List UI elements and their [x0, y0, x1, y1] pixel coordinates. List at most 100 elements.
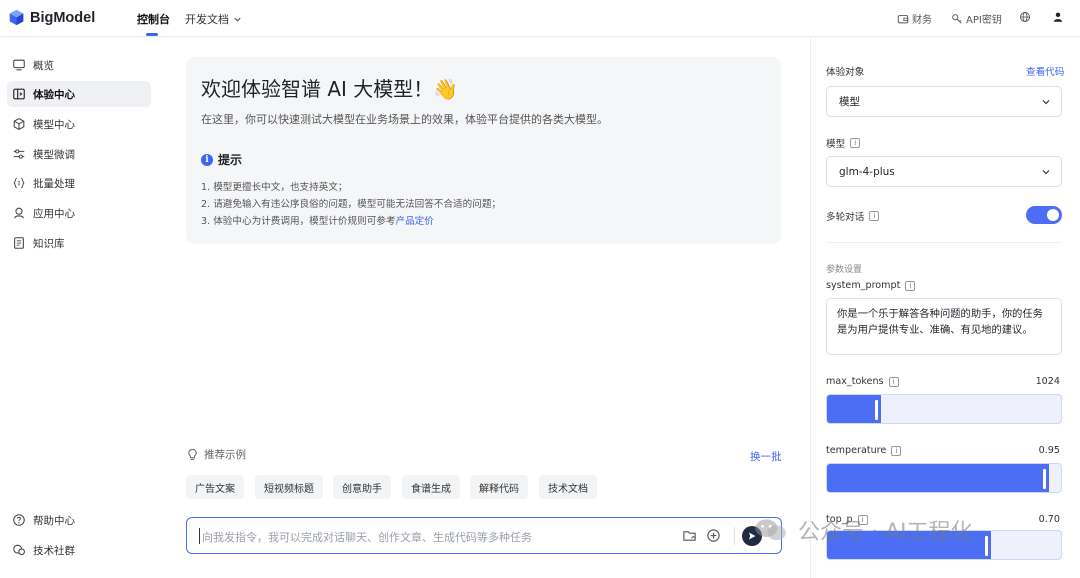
sidebar-item-experience[interactable]: 体验中心 — [7, 81, 151, 107]
example-chip[interactable]: 广告文案 — [186, 475, 244, 499]
wechat-icon — [755, 519, 786, 541]
example-chip[interactable]: 解释代码 — [470, 475, 528, 499]
api-key-link[interactable]: API密钥 — [951, 11, 1002, 26]
wallet-icon — [897, 14, 909, 23]
book-icon — [14, 237, 24, 249]
add-circle-icon[interactable] — [706, 528, 721, 543]
example-chip[interactable]: 创意助手 — [333, 475, 391, 499]
info-icon: i — [201, 153, 213, 166]
braces-icon — [13, 177, 25, 189]
sidebar-item-label: 应用中心 — [33, 207, 75, 220]
multi-turn-label-text: 多轮对话 — [826, 212, 865, 223]
model-label-text: 模型 — [826, 139, 846, 150]
tip-header: i 提示 — [201, 151, 242, 168]
sidebar-item-finetune[interactable]: 模型微调 — [7, 141, 151, 167]
target-select[interactable]: 模型 — [826, 86, 1062, 117]
folder-upload-icon[interactable] — [682, 528, 697, 543]
sidebar-item-help[interactable]: 帮助中心 — [7, 507, 151, 533]
tip-line-3-text: 3. 体验中心为计费调用，模型计价规则可参考 — [201, 216, 396, 227]
sidebar-item-batch[interactable]: 批量处理 — [7, 170, 151, 196]
slider-fill — [827, 395, 881, 423]
text-cursor — [199, 528, 200, 544]
temperature-label-text: temperature — [826, 445, 887, 456]
max-tokens-label: max_tokens i — [826, 376, 899, 387]
info-icon[interactable]: i — [850, 138, 861, 148]
chat-placeholder: 向我发指令，我可以完成对话聊天、创作文章、生成代码等多种任务 — [202, 531, 532, 544]
bigmodel-logo-icon — [9, 9, 24, 26]
sliders-icon — [13, 149, 25, 159]
key-icon — [952, 13, 962, 24]
model-label: 模型 i — [826, 136, 861, 150]
top-bar: BigModel 控制台 开发文档 财务 API密钥 — [0, 0, 1080, 37]
monitor-icon — [13, 59, 25, 71]
help-icon — [13, 514, 25, 526]
temperature-label: temperature i — [826, 445, 902, 456]
nav-tab-docs-label: 开发文档 — [185, 13, 229, 26]
sidebar-item-apps[interactable]: 应用中心 — [7, 200, 151, 226]
finance-label: 财务 — [912, 15, 932, 26]
sidebar-item-community[interactable]: 技术社群 — [7, 537, 151, 563]
chevron-down-icon — [234, 17, 241, 22]
info-icon[interactable]: i — [891, 445, 902, 456]
main-area: 欢迎体验智谱 AI 大模型！👋 在这里，你可以快速测试大模型在业务场景上的效果，… — [162, 38, 810, 578]
sidebar-item-label: 技术社群 — [33, 544, 75, 557]
sidebar-item-overview[interactable]: 概览 — [7, 52, 151, 78]
max-tokens-slider[interactable] — [826, 394, 1062, 424]
input-divider — [734, 527, 735, 545]
model-select-value: glm-4-plus — [839, 165, 895, 178]
max-tokens-label-text: max_tokens — [826, 376, 884, 387]
nav-tab-docs[interactable]: 开发文档 — [185, 11, 242, 27]
recommend-title: 推荐示例 — [204, 449, 246, 461]
target-label: 体验对象 — [826, 67, 865, 78]
slider-handle[interactable] — [875, 400, 878, 420]
max-tokens-value: 1024 — [1035, 376, 1060, 387]
system-prompt-label-text: system_prompt — [826, 280, 901, 291]
user-avatar-button[interactable] — [1052, 11, 1064, 23]
info-icon[interactable]: i — [869, 211, 880, 221]
watermark-text: 公众号 · AI工程化 — [798, 520, 973, 545]
recommend-header: 推荐示例 — [186, 447, 246, 462]
sidebar-item-label: 概览 — [33, 59, 54, 72]
info-icon[interactable]: i — [905, 280, 916, 291]
sidebar-item-label: 批量处理 — [33, 177, 75, 190]
example-chip[interactable]: 食谱生成 — [402, 475, 460, 499]
temperature-value: 0.95 — [1038, 445, 1060, 456]
lightbulb-icon — [188, 448, 197, 460]
settings-panel: 体验对象 查看代码 模型 模型 i glm-4-plus 多轮对话 i 参数设置… — [810, 38, 1080, 578]
welcome-card: 欢迎体验智谱 AI 大模型！👋 在这里，你可以快速测试大模型在业务场景上的效果，… — [186, 57, 781, 244]
panel-divider — [826, 242, 1062, 243]
watermark: 公众号 · AI工程化 — [752, 514, 973, 546]
system-prompt-textarea[interactable]: 你是一个乐于解答各种问题的助手，你的任务是为用户提供专业、准确、有见地的建议。 — [826, 298, 1062, 355]
example-chip[interactable]: 技术文档 — [539, 475, 597, 499]
finance-link[interactable]: 财务 — [897, 11, 932, 26]
tip-line-1: 1. 模型更擅长中文，也支持英文； — [201, 182, 348, 193]
user-icon — [1053, 12, 1063, 22]
view-code-link[interactable]: 查看代码 — [1026, 64, 1064, 78]
pricing-link[interactable]: 产品定价 — [395, 216, 433, 227]
sidebar-item-models[interactable]: 模型中心 — [7, 111, 151, 137]
multi-turn-toggle[interactable] — [1026, 206, 1062, 224]
slider-fill — [827, 464, 1049, 492]
community-icon — [13, 544, 25, 556]
nav-active-indicator — [146, 33, 158, 36]
slider-handle[interactable] — [985, 536, 988, 556]
brand-logo[interactable]: BigModel — [8, 9, 95, 26]
nav-tab-console[interactable]: 控制台 — [137, 11, 170, 27]
sidebar-item-knowledge[interactable]: 知识库 — [7, 230, 151, 256]
chat-input[interactable]: 向我发指令，我可以完成对话聊天、创作文章、生成代码等多种任务 — [186, 517, 782, 554]
temperature-slider[interactable] — [826, 463, 1062, 493]
welcome-subtitle: 在这里，你可以快速测试大模型在业务场景上的效果，体验平台提供的各类大模型。 — [201, 113, 608, 126]
language-button[interactable] — [1019, 11, 1031, 23]
info-icon[interactable]: i — [888, 376, 899, 387]
sidebar-item-label: 帮助中心 — [33, 514, 75, 527]
globe-icon — [1019, 11, 1031, 23]
app-icon — [14, 207, 24, 219]
model-select[interactable]: glm-4-plus — [826, 156, 1062, 187]
brand-name: BigModel — [30, 9, 96, 26]
cube-icon — [13, 117, 25, 131]
slider-handle[interactable] — [1043, 469, 1046, 489]
sidebar: 概览 体验中心 模型中心 模型微调 批量处理 应用中心 知识库 帮助中心 技术社… — [0, 38, 162, 578]
example-chip[interactable]: 短视频标题 — [255, 475, 323, 499]
chevron-down-icon — [1042, 100, 1050, 105]
refresh-examples-button[interactable]: 换一批 — [750, 449, 782, 464]
